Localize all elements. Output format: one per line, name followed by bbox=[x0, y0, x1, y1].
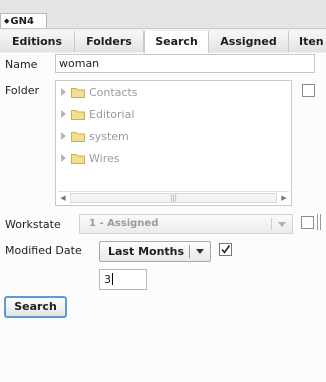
folder-icon bbox=[71, 131, 85, 142]
tab-label: Folders bbox=[86, 35, 132, 48]
tree-item-label: Contacts bbox=[89, 86, 138, 99]
chevron-down-icon bbox=[278, 222, 286, 227]
tab-search[interactable]: Search bbox=[144, 31, 209, 53]
checkmark-icon bbox=[221, 245, 231, 254]
name-input[interactable]: woman bbox=[55, 54, 315, 73]
chevron-down-icon bbox=[196, 249, 204, 254]
modified-date-label: Modified Date bbox=[5, 244, 82, 257]
tab-label: Iten bbox=[299, 35, 324, 48]
folder-checkbox[interactable] bbox=[302, 84, 315, 97]
horizontal-scrollbar[interactable]: ◀ ||| ▶ bbox=[58, 191, 289, 204]
expand-collapse-icon[interactable]: ◆ bbox=[4, 17, 9, 25]
expand-arrow-icon[interactable] bbox=[61, 154, 66, 162]
workstate-label: Workstate bbox=[5, 218, 61, 231]
folder-label: Folder bbox=[5, 84, 39, 97]
tab-label: Assigned bbox=[220, 35, 277, 48]
tree-item-label: Editorial bbox=[89, 108, 135, 121]
tree-item-contacts[interactable]: Contacts bbox=[61, 86, 138, 100]
select-separator bbox=[189, 245, 190, 258]
workstate-value: 1 - Assigned bbox=[89, 218, 159, 229]
scroll-right-icon[interactable]: ▶ bbox=[279, 193, 289, 203]
folder-tree[interactable]: Contacts Editorial system Wires ◀ ||| ▶ bbox=[55, 80, 292, 206]
tab-items[interactable]: Iten bbox=[289, 31, 326, 52]
expand-arrow-icon[interactable] bbox=[61, 110, 66, 118]
tab-label: Search bbox=[155, 35, 198, 48]
workstate-select[interactable]: 1 - Assigned bbox=[79, 214, 293, 234]
search-button[interactable]: Search bbox=[4, 296, 67, 318]
modified-date-select[interactable]: Last Months bbox=[99, 241, 211, 262]
tree-item-label: Wires bbox=[89, 152, 120, 165]
tab-bar: Editions Folders Search Assigned Iten bbox=[0, 31, 326, 54]
title-bar: ◆GN4 bbox=[0, 0, 326, 29]
folder-icon bbox=[71, 87, 85, 98]
select-separator bbox=[271, 218, 272, 230]
panel-edge bbox=[320, 214, 321, 230]
tree-item-system[interactable]: system bbox=[61, 130, 129, 144]
modified-date-checkbox[interactable] bbox=[219, 243, 232, 256]
modified-date-count-input[interactable]: 3 bbox=[99, 269, 147, 290]
expand-arrow-icon[interactable] bbox=[61, 88, 66, 96]
workstate-checkbox[interactable] bbox=[301, 216, 314, 229]
count-value: 3 bbox=[104, 273, 111, 286]
modified-date-value: Last Months bbox=[108, 245, 185, 258]
tab-editions[interactable]: Editions bbox=[0, 31, 75, 52]
text-caret bbox=[112, 273, 113, 285]
folder-icon bbox=[71, 153, 85, 164]
scroll-left-icon[interactable]: ◀ bbox=[58, 193, 68, 203]
window-tab-title: GN4 bbox=[10, 16, 34, 27]
tab-label: Editions bbox=[11, 35, 63, 48]
tree-item-wires[interactable]: Wires bbox=[61, 152, 119, 166]
tab-assigned[interactable]: Assigned bbox=[209, 31, 289, 52]
tree-item-label: system bbox=[89, 130, 129, 143]
tree-item-editorial[interactable]: Editorial bbox=[61, 108, 134, 122]
tab-folders[interactable]: Folders bbox=[75, 31, 144, 52]
panel-edge bbox=[317, 214, 318, 230]
expand-arrow-icon[interactable] bbox=[61, 132, 66, 140]
name-label: Name bbox=[5, 58, 38, 71]
window-tab-gn4[interactable]: ◆GN4 bbox=[0, 13, 47, 28]
scroll-thumb[interactable]: ||| bbox=[70, 193, 277, 203]
folder-icon bbox=[71, 109, 85, 120]
